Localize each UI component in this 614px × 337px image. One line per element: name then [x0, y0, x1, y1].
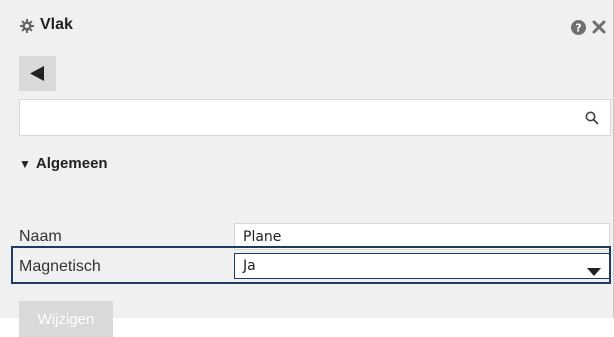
panel-header: Vlak ?: [0, 0, 614, 44]
panel-title: Vlak: [40, 16, 73, 33]
search-icon[interactable]: [585, 111, 599, 125]
collapse-triangle-icon: ▼: [19, 157, 31, 171]
section-title: Algemeen: [35, 155, 108, 172]
svg-text:?: ?: [575, 22, 581, 35]
close-icon[interactable]: [592, 20, 606, 34]
help-icon[interactable]: ?: [571, 20, 586, 35]
search-box: [19, 99, 611, 136]
name-label: Naam: [19, 228, 62, 245]
properties-panel: Vlak ? ▼ Algemeen Naam Plane Magnetisch …: [0, 0, 614, 337]
magnetic-label: Magnetisch: [19, 258, 101, 275]
back-arrow-icon: [30, 66, 44, 81]
section-header-algemeen[interactable]: ▼ Algemeen: [19, 155, 108, 172]
magnetic-select-value: Ja: [243, 258, 256, 274]
search-input[interactable]: [26, 106, 570, 132]
chevron-down-icon: [587, 263, 601, 276]
magnetic-select[interactable]: Ja: [234, 253, 610, 279]
change-button[interactable]: Wijzigen: [19, 301, 113, 337]
gear-icon: [20, 19, 34, 33]
back-button[interactable]: [19, 56, 56, 91]
